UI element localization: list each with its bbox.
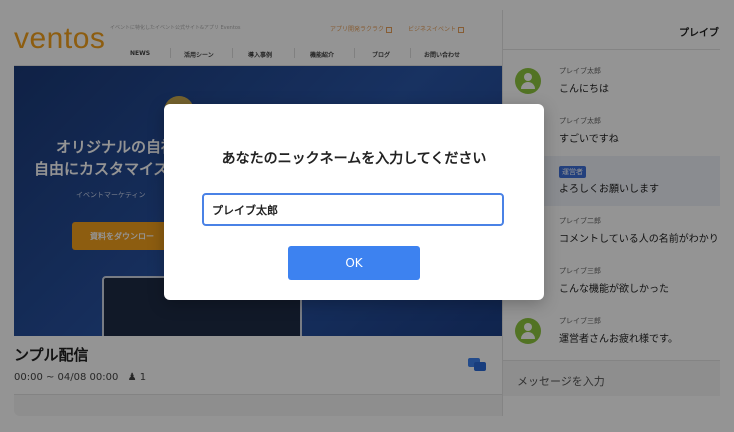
dialog-title: あなたのニックネームを入力してください (221, 151, 487, 167)
nickname-input[interactable] (202, 193, 504, 226)
nickname-dialog: あなたのニックネームを入力してください OK (164, 104, 544, 300)
ok-button[interactable]: OK (288, 246, 420, 280)
